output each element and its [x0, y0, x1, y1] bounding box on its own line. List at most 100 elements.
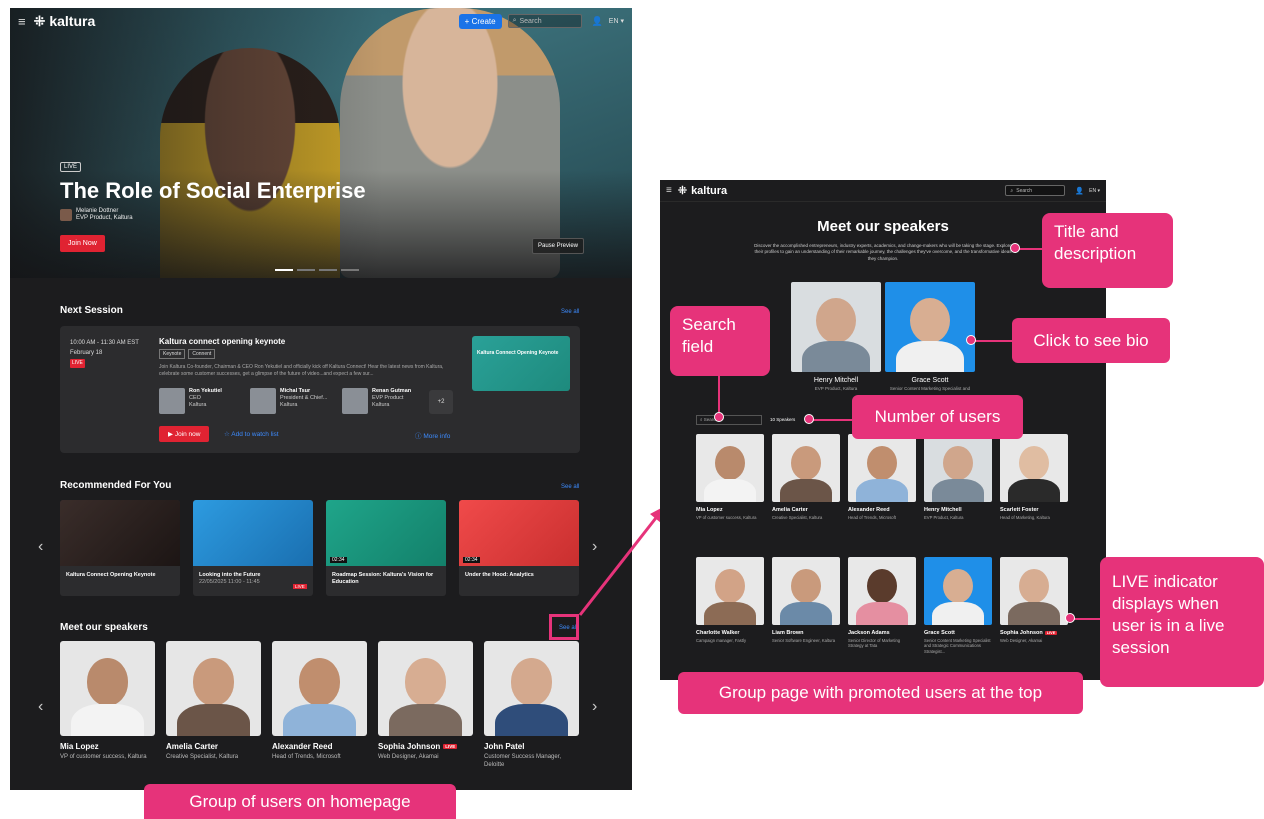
speaker-photo	[696, 434, 764, 502]
star-icon: ☆	[224, 431, 230, 438]
kaltura-logo[interactable]: ⁜ kaltura	[677, 184, 727, 198]
media-title: Under the Hood: Analytics	[465, 572, 534, 578]
speaker-name: Alexander Reed	[848, 507, 890, 513]
user-card[interactable]: Charlotte Walker Campaign manager, Fastly	[696, 556, 764, 655]
tag[interactable]: Keynote	[159, 349, 186, 359]
top-navbar: ≡ ⁜ kaltura + Create ⌕ Search 👤 EN ▾	[10, 8, 632, 34]
recommended-carousel: Kaltura Connect Opening Keynote Looking …	[60, 500, 579, 596]
users-search-input[interactable]: ⌕ Search	[696, 415, 762, 425]
speaker-name: Grace Scott	[924, 629, 955, 636]
callout-line	[1072, 618, 1100, 620]
user-icon[interactable]: 👤	[592, 16, 603, 27]
session-time: 10:00 AM - 11:30 AM EST February 18 LIVE	[70, 338, 139, 369]
connector-arrow	[578, 506, 665, 616]
speaker-photo	[772, 434, 840, 502]
add-to-watch-list-button[interactable]: ☆ Add to watch list	[224, 430, 279, 438]
search-icon: ⌕	[700, 417, 703, 422]
speaker-role: President & Chief...	[280, 395, 328, 402]
user-card[interactable]: Jackson Adams Senior Director of Marketin…	[848, 556, 916, 655]
session-description: Join Kaltura Co-founder, Chairman & CEO …	[159, 364, 444, 377]
next-session-see-all-link[interactable]: See all	[561, 309, 579, 315]
speaker-photo	[696, 556, 764, 625]
session-speaker[interactable]: Renan Gutman EVP Product Kaltura	[342, 388, 411, 414]
presenter-name: Melanie Dottner	[76, 208, 119, 214]
speaker-role: CEO	[189, 395, 201, 402]
user-card[interactable]: Amelia Carter Creative Specialist, Kaltur…	[772, 434, 840, 521]
speaker-card[interactable]: Mia Lopez VP of customer success, Kaltur…	[60, 641, 155, 770]
kaltura-logo-icon: ⁜	[677, 185, 688, 197]
language-selector[interactable]: EN ▾	[1089, 188, 1100, 194]
callout-dot	[1010, 243, 1020, 253]
session-tags: Keynote Connent	[159, 349, 216, 359]
speaker-card[interactable]: John Patel Customer Success Manager, Del…	[484, 641, 579, 770]
join-label: Join now	[174, 431, 201, 438]
media-card[interactable]: Kaltura Connect Opening Keynote	[60, 500, 180, 596]
page-title: Meet our speakers	[817, 218, 949, 235]
create-label: Create	[471, 16, 496, 26]
speaker-card[interactable]: Sophia Johnson LIVE Web Designer, Akamai	[378, 641, 473, 770]
recommended-see-all-link[interactable]: See all	[561, 484, 579, 490]
user-card[interactable]: Mia Lopez VP of customer success, Kaltura	[696, 434, 764, 521]
more-info-button[interactable]: ⓘ More info	[415, 430, 450, 440]
language-selector[interactable]: EN ▾	[609, 17, 624, 25]
hamburger-menu-icon[interactable]: ≡	[666, 185, 672, 196]
session-title[interactable]: Kaltura connect opening keynote	[159, 337, 285, 346]
session-thumbnail[interactable]: Kaltura Connect Opening Keynote	[472, 336, 570, 391]
speaker-photo	[885, 282, 975, 372]
join-now-button[interactable]: Join Now	[60, 235, 105, 252]
user-icon[interactable]: 👤	[1075, 187, 1084, 195]
presenter-role: EVP Product, Kaltura	[76, 215, 133, 222]
avatar	[250, 388, 276, 414]
user-card[interactable]: Sophia Johnson LIVE Web Designer, Akamai	[1000, 556, 1068, 655]
media-card[interactable]: 02:34 Roadmap Session: Kaltura's Vision …	[326, 500, 446, 596]
speaker-photo	[924, 556, 992, 625]
callout-line	[718, 376, 720, 412]
pause-preview-button[interactable]: Pause Preview	[532, 238, 585, 254]
search-input[interactable]: ⌕ Search	[507, 14, 582, 28]
promoted-user-card[interactable]: Grace Scott Senior Content Marketing Spe…	[885, 282, 975, 391]
promoted-user-card[interactable]: Henry Mitchell EVP Product, Kaltura	[791, 282, 881, 391]
speaker-name: Alexander Reed	[272, 742, 333, 751]
media-card[interactable]: 02:34 Under the Hood: Analytics	[459, 500, 579, 596]
speaker-card[interactable]: Alexander Reed Head of Trends, Microsoft	[272, 641, 367, 770]
chevron-left-icon[interactable]: ‹	[38, 698, 43, 716]
chevron-left-icon[interactable]: ‹	[38, 538, 43, 556]
user-card[interactable]: Liam Brown Senior Software Engineer, Kalt…	[772, 556, 840, 655]
search-input[interactable]: ⌕ Search	[1005, 185, 1066, 196]
speaker-name: Amelia Carter	[772, 507, 808, 513]
user-card[interactable]: Henry Mitchell EVP Product, Kaltura	[924, 434, 992, 521]
join-now-button[interactable]: ▶ Join now	[159, 426, 210, 442]
chevron-right-icon[interactable]: ›	[592, 698, 597, 716]
speaker-role: Head of Trends, Microsoft	[848, 515, 896, 520]
user-card[interactable]: Alexander Reed Head of Trends, Microsoft	[848, 434, 916, 521]
speaker-card[interactable]: Amelia Carter Creative Specialist, Kaltu…	[166, 641, 261, 770]
carousel-dots[interactable]	[275, 269, 359, 271]
speaker-photo	[484, 641, 579, 736]
session-time-range: 10:00 AM - 11:30 AM EST	[70, 340, 139, 346]
live-badge: LIVE	[443, 744, 458, 749]
top-navbar: ≡ ⁜ kaltura ⌕ Search 👤 EN ▾	[660, 180, 1106, 202]
live-badge: LIVE	[70, 359, 85, 368]
kaltura-logo[interactable]: ⁜ kaltura	[34, 13, 96, 30]
speakers-carousel: Mia Lopez VP of customer success, Kaltur…	[60, 641, 579, 770]
create-button[interactable]: + Create	[458, 13, 502, 29]
media-card[interactable]: Looking into the Future 22/05/2025 11:00 …	[193, 500, 313, 596]
session-speaker[interactable]: Ron Yekutiel CEO Kaltura	[159, 388, 222, 414]
avatar	[159, 388, 185, 414]
user-card[interactable]: Grace Scott Senior Content Marketing Spec…	[924, 556, 992, 655]
speaker-role: VP of customer success, Kaltura	[60, 754, 147, 760]
info-icon: ⓘ	[415, 433, 422, 440]
more-speakers-button[interactable]: +2	[429, 390, 453, 414]
user-card[interactable]: Scarlett Foster Head of Marketing, Kaltur…	[1000, 434, 1068, 521]
hamburger-menu-icon[interactable]: ≡	[18, 14, 26, 29]
hero-presenter: Melanie Dottner EVP Product, Kaltura	[60, 208, 133, 222]
session-speaker[interactable]: Michal Tsur President & Chief... Kaltura	[250, 388, 327, 414]
speaker-photo	[60, 641, 155, 736]
thumbnail-title: Kaltura Connect Opening Keynote	[477, 350, 559, 356]
users-grid: Mia Lopez VP of customer success, Kaltura…	[696, 434, 1068, 655]
next-session-card[interactable]: 10:00 AM - 11:30 AM EST February 18 LIVE…	[60, 326, 580, 453]
speaker-photo	[1000, 556, 1068, 625]
more-info-label: More info	[423, 433, 451, 440]
tag[interactable]: Connent	[188, 349, 216, 359]
logo-text: kaltura	[49, 13, 96, 29]
